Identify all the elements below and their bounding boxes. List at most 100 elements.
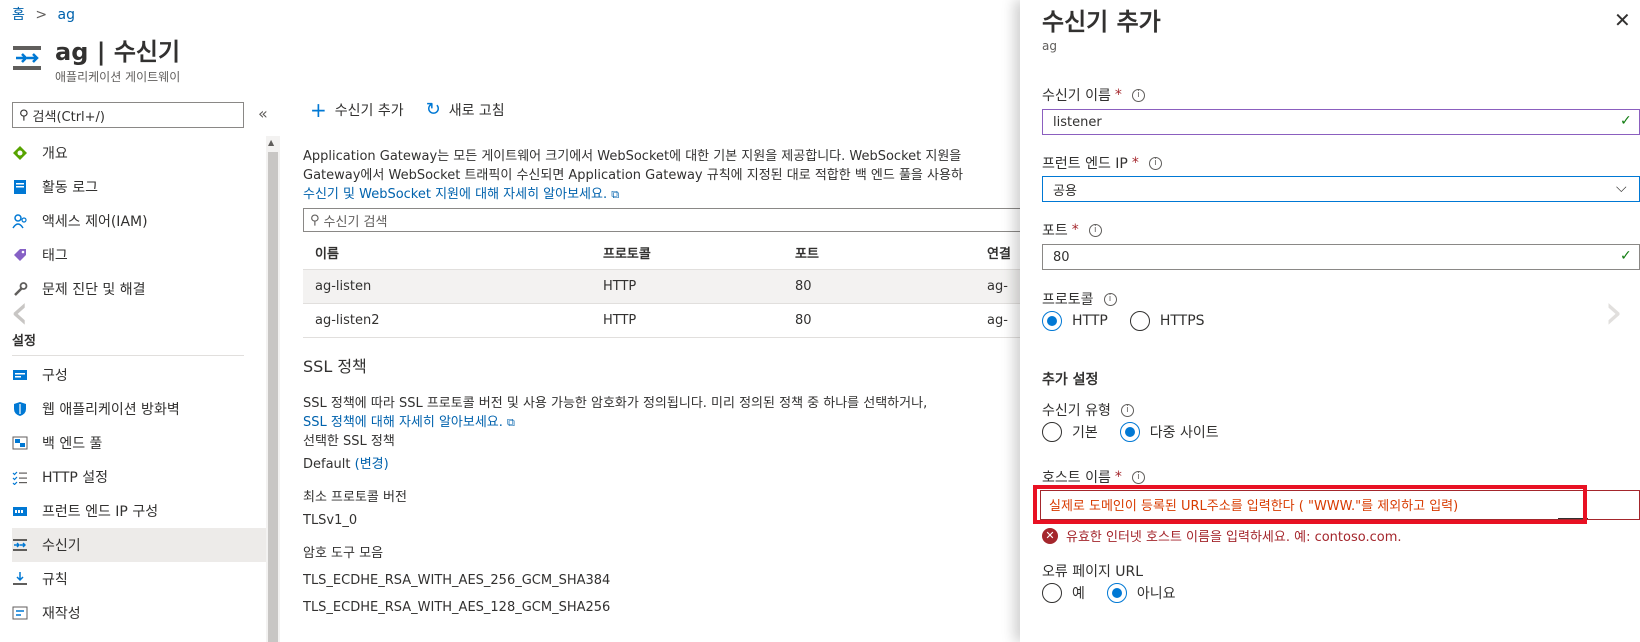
info-icon[interactable]: i [1131,470,1145,484]
plus-icon: + [310,98,327,122]
info-icon[interactable]: i [1131,88,1145,102]
valid-check-icon: ✓ [1620,113,1632,129]
listener-type-multisite-radio[interactable] [1119,422,1140,442]
iam-icon [12,213,28,229]
protocol-http-radio[interactable] [1042,311,1062,331]
port-input[interactable]: 80 [1042,244,1640,270]
page-subtitle: 애플리케이션 게이트웨이 [55,70,181,84]
highlight-annotation-box [1033,485,1587,524]
search-icon: ⚲ [19,107,29,123]
sidebar-item-label: 규칙 [42,572,68,588]
valid-check-icon: ✓ [1620,248,1632,264]
sidebar-item-listeners[interactable]: 수신기 [12,528,270,562]
column-header-port[interactable]: 포트 [795,243,987,262]
info-icon[interactable]: i [1088,223,1102,237]
sidebar-item-overview[interactable]: 개요 [12,136,270,170]
cell-association: ag- [987,313,1008,328]
next-arrow-icon[interactable]: › [1604,288,1623,336]
frontend-ip-select[interactable]: 공용 [1042,176,1640,202]
sidebar-item-label: 프런트 엔드 IP 구성 [42,504,159,520]
app-gateway-icon [12,44,42,72]
sidebar-item-diagnose[interactable]: 문제 진단 및 해결 [12,272,270,306]
host-name-label-text: 호스트 이름 [1042,470,1111,486]
sidebar-item-activity-log[interactable]: 활동 로그 [12,170,270,204]
selected-ssl-policy-value: Default [303,457,351,472]
sidebar-item-http-settings[interactable]: HTTP 설정 [12,460,270,494]
listener-search-input[interactable]: ⚲ 수신기 검색 [303,208,1023,232]
protocol-http-label: HTTP [1072,313,1108,329]
sidebar-item-label: 재작성 [42,606,81,622]
column-header-name[interactable]: 이름 [303,243,603,262]
refresh-label: 새로 고침 [448,103,505,119]
protocol-radio-group: HTTP HTTPS [1042,311,1205,331]
listener-name-label-text: 수신기 이름 [1042,88,1111,104]
scroll-up-arrow-icon[interactable]: ▲ [268,138,274,147]
sidebar-item-tags[interactable]: 태그 [12,238,270,272]
sidebar-item-iam[interactable]: 액세스 제어(IAM) [12,204,270,238]
change-policy-link[interactable]: (변경) [355,457,389,472]
panel-title: 수신기 추가 [1042,8,1161,36]
ssl-policy-section: SSL 정책에 따라 SSL 프로토콜 버전 및 사용 가능한 암호화가 정의됩… [303,394,1023,617]
breadcrumb-home-link[interactable]: 홈 [12,7,25,23]
error-page-no-radio[interactable] [1106,583,1127,603]
info-icon[interactable]: i [1103,292,1117,306]
info-icon[interactable]: i [1148,156,1162,170]
min-protocol-value: TLSv1_0 [303,513,358,528]
column-header-association[interactable]: 연결 [987,243,1023,262]
sidebar-search-placeholder: 검색(Ctrl+/) [32,109,105,125]
sidebar-item-config[interactable]: 구성 [12,358,270,392]
port-label-text: 포트 [1042,223,1068,239]
add-listener-button[interactable]: + 수신기 추가 [310,100,404,120]
http-settings-icon [12,469,28,485]
listeners-table: 이름 프로토콜 포트 연결 ag-listen HTTP 80 ag- ag-l… [303,236,1023,338]
chevron-down-icon[interactable]: ⌵ [1616,180,1627,196]
info-icon[interactable]: i [1120,403,1134,417]
collapse-sidebar-button[interactable]: « [258,104,268,123]
sidebar-item-label: 구성 [42,368,68,384]
sidebar-scroll-thumb[interactable] [268,152,278,642]
description-line-2: Gateway에서 WebSocket 트래픽이 수신되면 Applicatio… [303,168,963,183]
protocol-https-radio[interactable] [1129,311,1150,331]
listener-type-multisite-label: 다중 사이트 [1149,425,1219,441]
sidebar-search-input[interactable]: ⚲ 검색(Ctrl+/) [12,102,244,128]
description-line-1: Application Gateway는 모든 게이트웨어 크기에서 WebSo… [303,149,962,164]
table-row[interactable]: ag-listen HTTP 80 ag- [303,270,1023,304]
activity-log-icon [12,179,28,195]
shield-icon [12,401,28,417]
sidebar-item-waf[interactable]: 웹 애플리케이션 방화벽 [12,392,270,426]
sidebar-item-frontend-ip[interactable]: 프런트 엔드 IP 구성 [12,494,270,528]
cipher-suite-label: 암호 도구 모음 [303,546,384,561]
listener-type-basic-radio[interactable] [1042,422,1062,442]
sidebar-item-label: 웹 애플리케이션 방화벽 [42,402,180,418]
sidebar-item-rewrites[interactable]: 재작성 [12,596,270,630]
error-page-yes-radio[interactable] [1042,583,1062,603]
table-row[interactable]: ag-listen2 HTTP 80 ag- [303,304,1023,338]
protocol-label-text: 프로토콜 [1042,292,1094,308]
column-header-protocol[interactable]: 프로토콜 [603,243,795,262]
breadcrumb-current[interactable]: ag [58,7,75,23]
cell-name: ag-listen2 [315,313,380,328]
required-asterisk: * [1114,469,1122,485]
previous-arrow-icon[interactable]: ‹ [10,288,29,336]
sidebar-item-label: HTTP 설정 [42,470,109,486]
close-icon[interactable]: ✕ [1614,8,1631,32]
learn-more-listeners-link[interactable]: 수신기 및 WebSocket 지원에 대해 자세히 알아보세요. ⧉ [303,185,1023,204]
listener-type-radio-group: 기본 다중 사이트 [1042,422,1219,442]
listener-name-input[interactable]: listener [1042,109,1640,135]
sidebar-item-backend-pools[interactable]: 백 엔드 풀 [12,426,270,460]
sidebar-item-label: 개요 [42,146,68,162]
listener-icon [12,537,28,553]
listener-search-placeholder: 수신기 검색 [323,214,388,230]
refresh-icon: ↻ [425,99,441,120]
listener-type-label: 수신기 유형 i [1042,400,1134,420]
learn-more-ssl-link[interactable]: SSL 정책에 대해 자세히 알아보세요. ⧉ [303,413,1023,432]
rewrite-icon [12,605,28,621]
listener-name-label: 수신기 이름 * i [1042,85,1145,105]
cell-port: 80 [795,279,812,294]
refresh-button[interactable]: ↻ 새로 고침 [426,100,505,120]
sidebar-item-label: 활동 로그 [42,180,98,196]
cell-port: 80 [795,313,812,328]
required-asterisk: * [1071,222,1079,238]
rules-icon [12,571,28,587]
sidebar-item-rules[interactable]: 규칙 [12,562,270,596]
